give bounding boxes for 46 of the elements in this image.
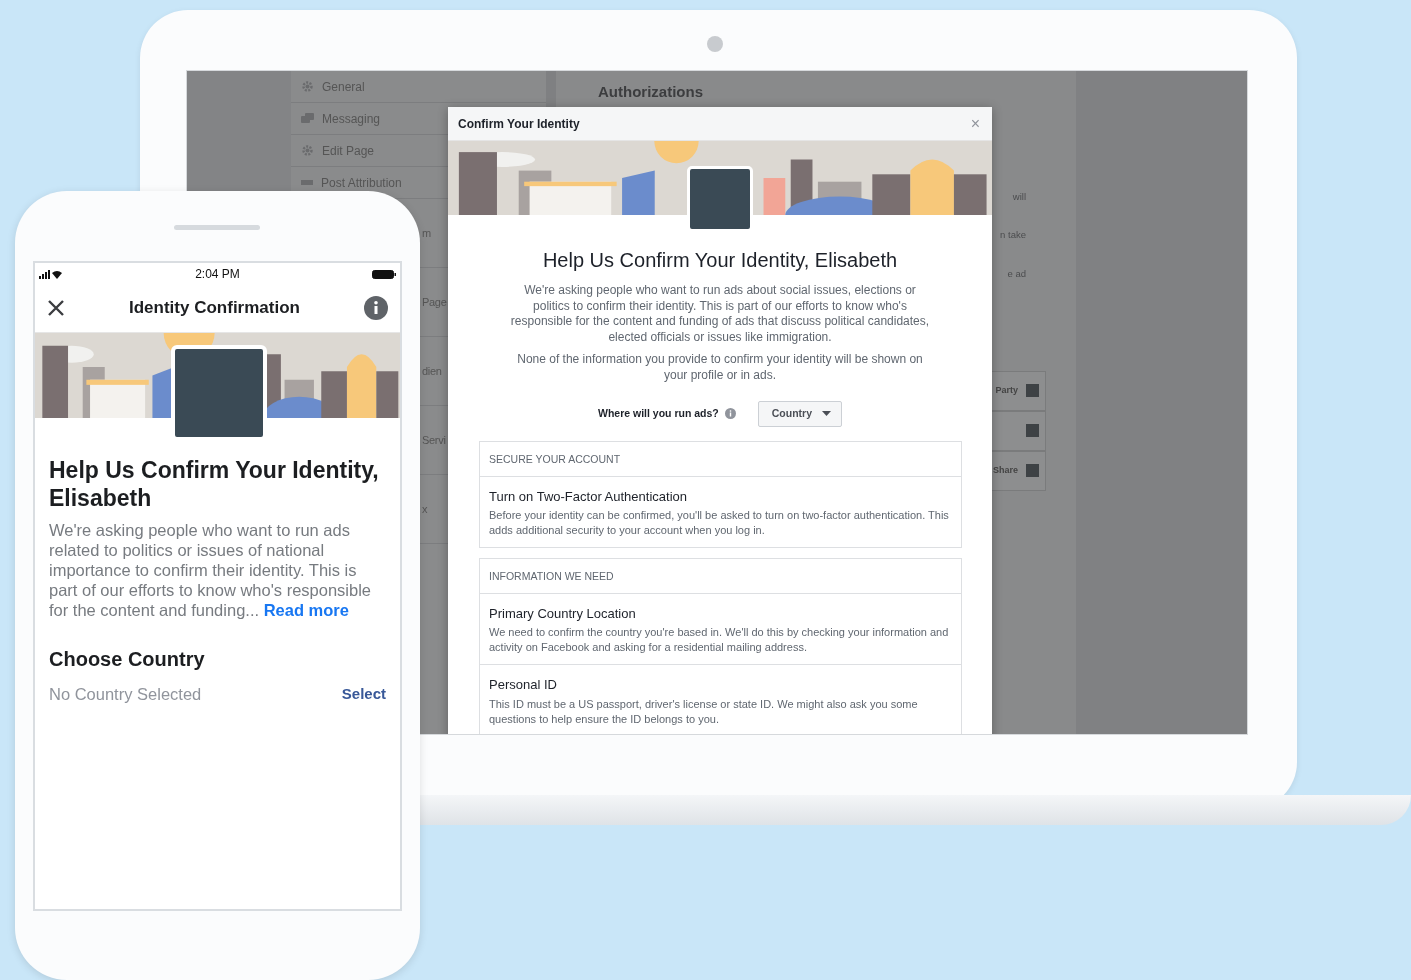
identity-heading: Help Us Confirm Your Identity, Elisabeth xyxy=(49,456,380,512)
caret-icon xyxy=(822,411,831,417)
screen-title: Identity Confirmation xyxy=(129,296,300,319)
status-time: 2:04 PM xyxy=(195,266,240,283)
close-icon xyxy=(47,298,65,317)
requirement-description: Before your identity can be confirmed, you'll be asked to turn on two-factor authentication. This adds additional security to your account when you log in. xyxy=(489,508,950,538)
info-icon xyxy=(364,295,388,320)
requirement-title: Personal ID xyxy=(489,676,558,695)
checkbox-icon xyxy=(1026,384,1039,398)
photo-placeholder xyxy=(687,166,753,232)
requirement-title: Primary Country Location xyxy=(489,604,637,623)
info-icon xyxy=(724,408,736,420)
page-heading: Authorizations xyxy=(597,82,704,100)
camera-icon xyxy=(707,36,723,52)
gear-icon xyxy=(301,80,314,93)
battery-icon xyxy=(372,269,396,279)
requirement-description: We need to confirm the country you're based in. We'll do this by checking your information and activity on Facebook and asking for a residential mailing address. xyxy=(489,625,950,656)
read-more-link[interactable]: Read more xyxy=(263,601,349,619)
gear-icon xyxy=(301,144,314,157)
page-text: will xyxy=(1012,190,1026,204)
description-text: We're asking people who want to run ads related to politics or issues of national importance to confirm their identity. This is part of our efforts to know who's responsible for the content and funding... Read more xyxy=(49,520,373,620)
checkbox-icon xyxy=(1026,464,1039,478)
dialog-paragraph: We're asking people who want to run ads about social issues, elections or politics to confirm their identity. This is part of our efforts to know who's responsible for the content and funding of ads that discuss political candidates, elected officials or issues like immigration. xyxy=(509,283,931,345)
question-label: Where will you run ads? xyxy=(598,406,719,421)
card-label: Share xyxy=(993,464,1018,477)
card-label: Party xyxy=(995,384,1018,397)
section-header: INFORMATION WE NEED xyxy=(480,559,961,594)
requirement-title: Turn on Two-Factor Authentication xyxy=(489,487,688,506)
select-button[interactable]: Select xyxy=(341,683,386,706)
dialog-heading: Help Us Confirm Your Identity, Elisabeth xyxy=(541,248,899,273)
speaker-icon xyxy=(174,225,260,230)
chat-icon xyxy=(301,112,314,125)
checkbox-icon xyxy=(1026,424,1039,438)
country-dropdown[interactable]: Country xyxy=(757,401,842,427)
section-title: Choose Country xyxy=(49,647,206,672)
close-button[interactable]: × xyxy=(968,115,982,132)
dialog-paragraph: None of the information you provide to confirm your identity will be shown on your profile or in ads. xyxy=(516,352,924,383)
flag-icon xyxy=(301,178,313,187)
info-button[interactable] xyxy=(364,295,388,320)
country-value: No Country Selected xyxy=(49,684,202,705)
close-button[interactable] xyxy=(47,298,65,317)
dialog-title: Confirm Your Identity xyxy=(458,115,580,133)
requirement-description: This ID must be a US passport, driver's license or state ID. We might also ask you some questions to help ensure the ID belongs to you. xyxy=(489,696,919,727)
signal-icon xyxy=(39,269,63,279)
section-header: SECURE YOUR ACCOUNT xyxy=(480,441,961,477)
page-text: e ad xyxy=(1007,266,1026,281)
